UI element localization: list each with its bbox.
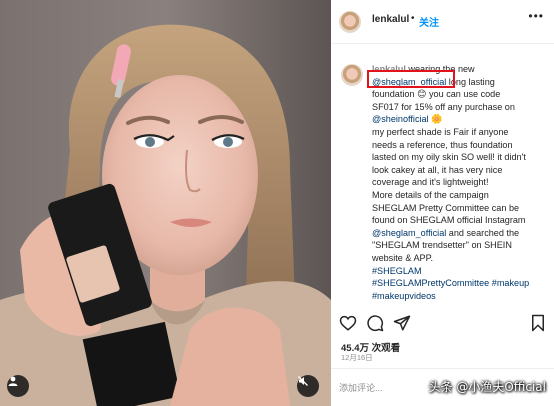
heart-icon[interactable] bbox=[339, 314, 357, 332]
caption-username[interactable]: lenkalul bbox=[372, 64, 406, 74]
caption-segment: website & APP. bbox=[372, 252, 433, 263]
caption-line: "SHEGLAM trendsetter" on SHEIN bbox=[372, 239, 550, 252]
author-username[interactable]: lenkalul bbox=[372, 14, 409, 25]
caption-segment: needs a reference, thus foundation bbox=[372, 139, 513, 150]
caption-link[interactable]: #makeup bbox=[492, 278, 529, 288]
post-header: lenkalul • 关注 ••• bbox=[331, 0, 554, 44]
comment-icon[interactable] bbox=[366, 314, 384, 332]
caption-link[interactable]: #SHEGLAMPrettyCommittee bbox=[372, 278, 489, 288]
caption-segment: SHEGLAM Pretty Committee can be bbox=[372, 202, 520, 213]
caption-line: lenkalul wearing the new bbox=[372, 63, 550, 76]
action-bar bbox=[331, 308, 554, 338]
caption-line: website & APP. bbox=[372, 252, 550, 265]
caption-link[interactable]: @sheglam_official bbox=[372, 77, 446, 87]
more-icon: ••• bbox=[528, 9, 544, 23]
author-avatar[interactable] bbox=[339, 11, 361, 33]
caption-line: look cakey at all, it has very nice bbox=[372, 164, 550, 177]
follow-button[interactable]: 关注 bbox=[419, 14, 439, 29]
caption-segment: More details of the campaign bbox=[372, 189, 489, 200]
video-frame bbox=[0, 0, 331, 406]
caption-line: More details of the campaign bbox=[372, 189, 550, 202]
caption-segment: and searched the bbox=[446, 227, 520, 238]
caption-line: #SHEGLAM bbox=[372, 265, 550, 278]
post-date[interactable]: 12月16日 bbox=[341, 352, 373, 363]
caption-line: #makeupvideos bbox=[372, 290, 550, 303]
caption-line: coverage and it's lightweight! bbox=[372, 176, 550, 189]
caption-section: lenkalul wearing the new @sheglam_officia… bbox=[331, 56, 554, 306]
watermark: 头条 @小渔夫Official bbox=[428, 380, 546, 394]
user-tag-button[interactable] bbox=[7, 375, 29, 397]
caption-line: @sheglam_official long lasting bbox=[372, 76, 550, 89]
caption-segment: foundation 😊 you can use code bbox=[372, 89, 501, 100]
caption-line: lasted on my oily skin SO well! it didn'… bbox=[372, 151, 550, 164]
caption-line: needs a reference, thus foundation bbox=[372, 139, 550, 152]
caption-link[interactable]: #SHEGLAM bbox=[372, 266, 422, 276]
caption-line: SHEGLAM Pretty Committee can be bbox=[372, 202, 550, 215]
caption-segment: lasted on my oily skin SO well! it didn'… bbox=[372, 152, 526, 163]
caption-line: found on SHEGLAM official Instagram bbox=[372, 214, 550, 227]
caption-segment: long lasting bbox=[446, 76, 495, 87]
caption-segment: wearing the new bbox=[405, 64, 475, 74]
caption-line: my perfect shade is Fair if anyone bbox=[372, 126, 550, 139]
caption-segment: my perfect shade is Fair if anyone bbox=[372, 126, 509, 137]
caption-segment: 🌼 bbox=[428, 114, 443, 125]
caption-segment: found on SHEGLAM official Instagram bbox=[372, 215, 526, 226]
caption-line: #SHEGLAMPrettyCommittee #makeup bbox=[372, 277, 550, 290]
caption-link[interactable]: @sheglam_official bbox=[372, 228, 446, 238]
caption-line: @sheglam_official and searched the bbox=[372, 227, 550, 240]
mute-icon bbox=[298, 376, 308, 386]
header-separator: • bbox=[411, 13, 415, 24]
caption-text: lenkalul wearing the new @sheglam_officia… bbox=[372, 63, 550, 302]
post-side-panel: lenkalul • 关注 ••• lenkalul wearing the n… bbox=[331, 0, 554, 406]
mute-button[interactable] bbox=[297, 375, 319, 397]
more-options-button[interactable]: ••• bbox=[528, 9, 544, 23]
caption-line: SF017 for 15% off any purchase on bbox=[372, 101, 550, 114]
caption-segment: "SHEGLAM trendsetter" on SHEIN bbox=[372, 240, 512, 251]
bookmark-icon[interactable] bbox=[530, 314, 546, 332]
caption-segment: coverage and it's lightweight! bbox=[372, 177, 489, 188]
caption-segment: look cakey at all, it has very nice bbox=[372, 164, 503, 175]
caption-segment: SF017 for 15% off any purchase on bbox=[372, 101, 515, 112]
caption-link[interactable]: @sheinofficial bbox=[372, 114, 429, 124]
share-icon[interactable] bbox=[393, 314, 411, 332]
post-video[interactable] bbox=[0, 0, 331, 406]
user-tag-icon bbox=[8, 376, 18, 386]
caption-line: foundation 😊 you can use code bbox=[372, 88, 550, 101]
caption-line: @sheinofficial 🌼 bbox=[372, 113, 550, 126]
caption-author-avatar[interactable] bbox=[341, 64, 363, 86]
caption-link[interactable]: #makeupvideos bbox=[372, 291, 436, 301]
